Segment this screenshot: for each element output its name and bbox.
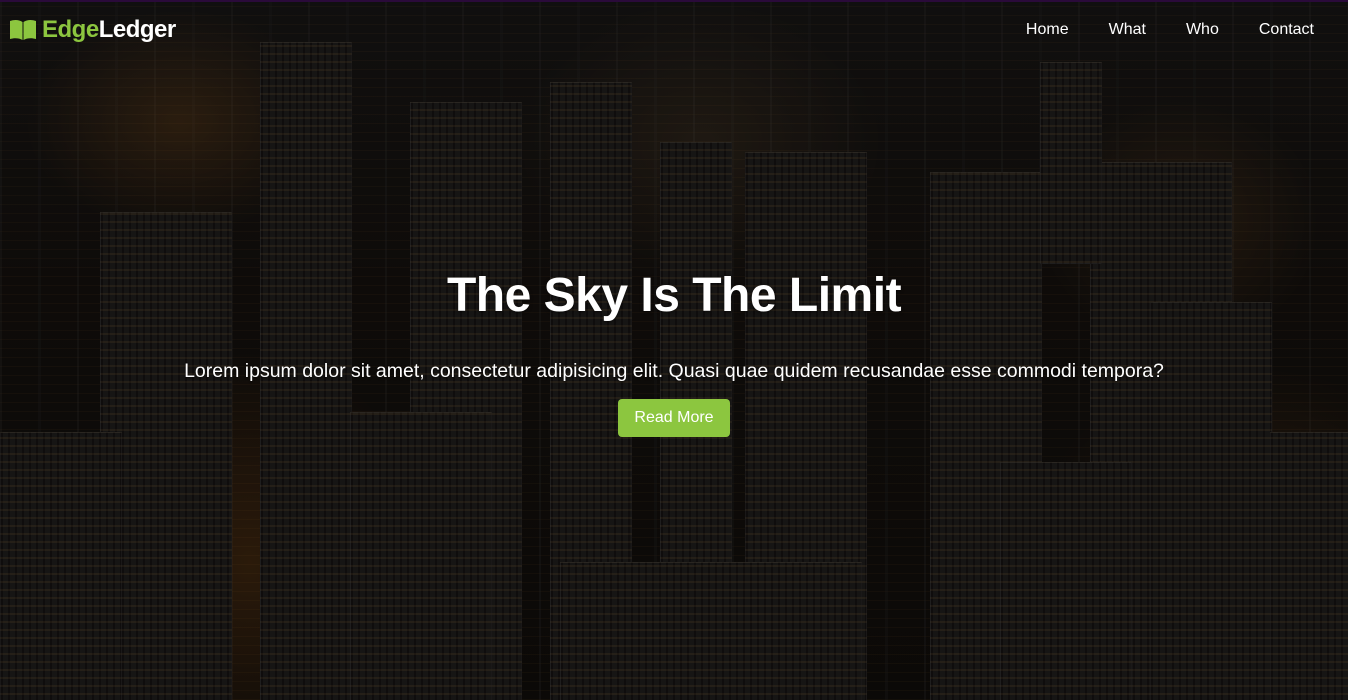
read-more-button[interactable]: Read More — [618, 399, 730, 437]
nav-link-contact[interactable]: Contact — [1239, 21, 1340, 39]
hero-content: The Sky Is The Limit Lorem ipsum dolor s… — [0, 268, 1348, 437]
brand-name-edge: Edge — [42, 16, 99, 43]
hero-title: The Sky Is The Limit — [446, 269, 902, 322]
nav-link-what[interactable]: What — [1089, 21, 1166, 39]
nav-link-home[interactable]: Home — [1006, 21, 1089, 39]
nav-links: Home What Who Contact — [1006, 21, 1340, 39]
hero-section: EdgeLedger Home What Who Contact The Sky… — [0, 0, 1348, 700]
hero-description: Lorem ipsum dolor sit amet, consectetur … — [184, 360, 1164, 382]
brand-name-ledger: Ledger — [98, 16, 177, 43]
brand-logo[interactable]: EdgeLedger — [9, 16, 176, 44]
navbar: EdgeLedger Home What Who Contact — [0, 2, 1348, 58]
nav-link-who[interactable]: Who — [1166, 21, 1239, 39]
book-icon — [10, 19, 36, 40]
